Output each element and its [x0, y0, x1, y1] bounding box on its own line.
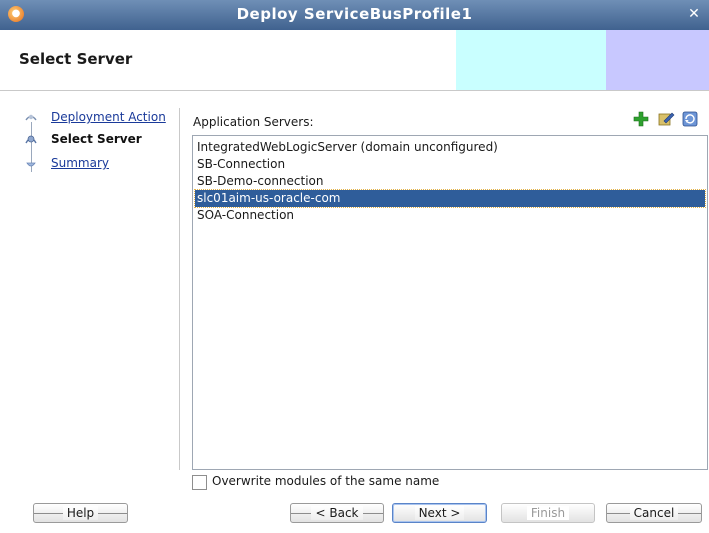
next-button[interactable]: Next >: [392, 503, 487, 523]
wizard-steps: Deployment Action Select Server Summary: [19, 108, 180, 470]
edit-icon[interactable]: [657, 110, 675, 128]
close-icon[interactable]: ✕: [685, 5, 703, 23]
cancel-button[interactable]: Cancel: [606, 503, 702, 523]
page-title: Select Server: [19, 50, 133, 68]
help-button[interactable]: Help: [33, 503, 128, 523]
header-graphic-violet: [606, 30, 709, 90]
wizard-header: Select Server: [0, 30, 709, 91]
cancel-button-label: Cancel: [629, 506, 679, 520]
step-select-server-label: Select Server: [51, 132, 142, 146]
window-title: Deploy ServiceBusProfile1: [236, 5, 473, 23]
step-summary[interactable]: Summary: [19, 154, 179, 176]
back-button[interactable]: < Back: [290, 503, 384, 523]
next-button-label: Next >: [414, 506, 465, 520]
step-summary-label[interactable]: Summary: [51, 156, 109, 170]
overwrite-modules-checkbox[interactable]: [192, 475, 207, 490]
finish-button-label: Finish: [526, 506, 570, 520]
server-list-item[interactable]: SOA-Connection: [195, 207, 705, 224]
header-graphic-cyan: [456, 30, 606, 90]
add-icon[interactable]: [632, 110, 650, 128]
refresh-icon[interactable]: [681, 110, 699, 128]
visited-step-icon: [25, 114, 37, 121]
step-deployment-action-label[interactable]: Deployment Action: [51, 110, 166, 124]
pending-step-icon: [26, 162, 36, 167]
server-list-item[interactable]: SB-Connection: [195, 156, 705, 173]
window-titlebar: ● Deploy ServiceBusProfile1 ✕: [0, 0, 709, 31]
application-servers-label: Application Servers:: [193, 115, 314, 129]
back-button-label: < Back: [311, 506, 363, 520]
server-list-item-selected[interactable]: slc01aim-us-oracle-com: [194, 189, 706, 208]
server-list-item[interactable]: SB-Demo-connection: [195, 173, 705, 190]
finish-button: Finish: [501, 503, 595, 523]
application-servers-list[interactable]: IntegratedWebLogicServer (domain unconfi…: [192, 135, 708, 470]
server-list-item[interactable]: IntegratedWebLogicServer (domain unconfi…: [195, 139, 705, 156]
help-button-label: Help: [62, 506, 99, 520]
overwrite-modules-label[interactable]: Overwrite modules of the same name: [212, 474, 439, 488]
step-select-server: Select Server: [19, 130, 179, 152]
current-step-icon: [25, 135, 37, 144]
step-deployment-action[interactable]: Deployment Action: [19, 108, 179, 130]
